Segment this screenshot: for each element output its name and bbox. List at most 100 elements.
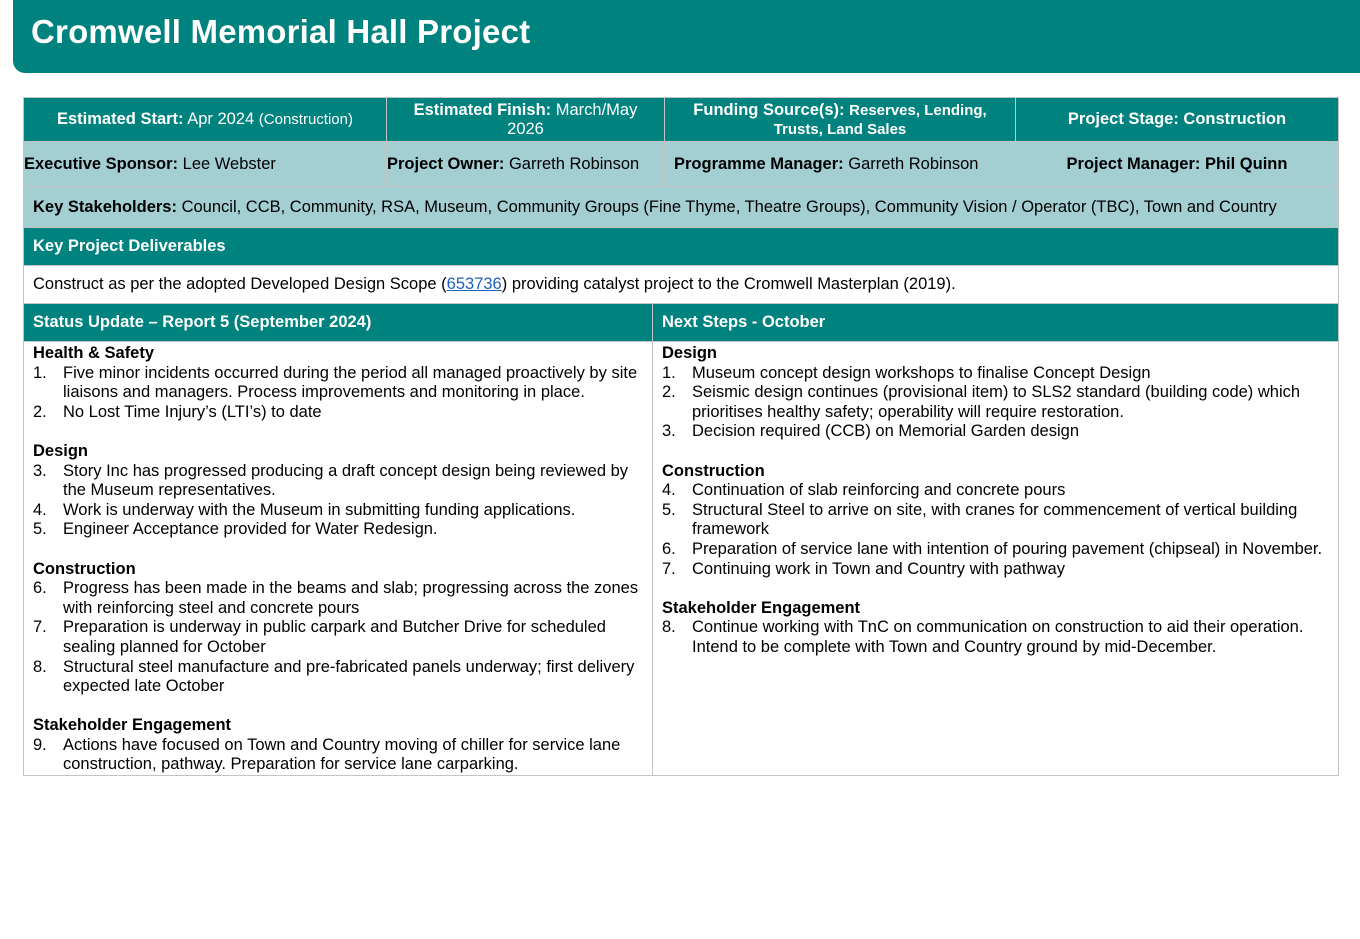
item-text: Structural Steel to arrive on site, with… [692, 500, 1298, 539]
roles-row: Executive Sponsor: Lee Webster Project O… [23, 141, 1339, 187]
deliverables-heading-cell: Key Project Deliverables [23, 227, 1339, 266]
list-item: 4. Work is underway with the Museum in su… [33, 501, 643, 521]
owner-label: Project Owner: [387, 154, 505, 173]
title-banner: Cromwell Memorial Hall Project [13, 0, 1360, 73]
item-number: 7. [662, 559, 676, 578]
list-item: 2. Seismic design continues (provisional … [662, 383, 1329, 422]
funding-cell: Funding Source(s): Reserves, Lending, Tr… [664, 97, 1016, 142]
project-manager: Project Manager: Phil Quinn [1066, 154, 1288, 173]
status-heading-cell: Status Update – Report 5 (September 2024… [23, 303, 653, 342]
deliverables-row: Construct as per the adopted Developed D… [23, 265, 1339, 304]
deliverables-text-after: ) providing catalyst project to the Crom… [501, 275, 956, 293]
item-text: Museum concept design workshops to final… [692, 363, 1151, 382]
item-number: 5. [33, 520, 47, 539]
estimated-start-label: Estimated Start: [57, 110, 184, 128]
item-number: 9. [33, 735, 47, 754]
item-text: Preparation of service lane with intenti… [692, 539, 1323, 558]
list-item: 6. Progress has been made in the beams an… [33, 579, 643, 618]
section-list: 1. Five minor incidents occurred during t… [33, 364, 643, 423]
page-title: Cromwell Memorial Hall Project [31, 13, 531, 50]
owner-value: Garreth Robinson [508, 154, 640, 173]
item-number: 3. [662, 422, 676, 441]
summary-table: Estimated Start: Apr 2024 (Construction)… [23, 97, 1339, 304]
estimated-finish-cell: Estimated Finish: March/May 2026 [386, 97, 665, 142]
owner-cell: Project Owner: Garreth Robinson [386, 141, 665, 187]
status-body-row: Health & Safety 1. Five minor incidents oc… [23, 340, 1339, 777]
deliverables-header-row: Key Project Deliverables [23, 227, 1339, 266]
list-item: 1. Museum concept design workshops to fin… [662, 364, 1329, 384]
sponsor-label: Executive Sponsor: [24, 154, 179, 173]
item-number: 8. [662, 618, 676, 637]
item-number: 6. [33, 579, 47, 598]
deliverables-heading: Key Project Deliverables [33, 237, 226, 255]
sponsor-cell: Executive Sponsor: Lee Webster [23, 141, 387, 187]
stakeholders-cell: Key Stakeholders: Council, CCB, Communit… [23, 186, 1339, 228]
section-title: Design [33, 441, 89, 460]
section-list: 6. Progress has been made in the beams an… [33, 579, 643, 697]
section-list: 9. Actions have focused on Town and Count… [33, 736, 643, 775]
list-item: 3. Decision required (CCB) on Memorial Ga… [662, 422, 1329, 442]
next-steps-column: Design 1. Museum concept design workshops … [652, 340, 1339, 777]
section-list: 8. Continue working with TnC on communica… [662, 618, 1329, 657]
status-heading: Status Update – Report 5 (September 2024… [33, 313, 372, 331]
item-number: 3. [33, 461, 47, 480]
section-title: Design [662, 344, 718, 362]
item-number: 4. [33, 500, 47, 519]
design-scope-link[interactable]: 653736 [447, 275, 502, 293]
deliverables-text-before: Construct as per the adopted Developed D… [33, 275, 447, 293]
item-number: 1. [662, 363, 676, 382]
estimated-finish-label: Estimated Finish: [413, 100, 552, 119]
section-title: Health & Safety [33, 344, 155, 362]
item-number: 4. [662, 481, 676, 500]
list-item: 8. Continue working with TnC on communica… [662, 618, 1329, 657]
item-text: Continuing work in Town and Country with… [692, 559, 1065, 578]
list-item: 5. Engineer Acceptance provided for Water… [33, 520, 643, 540]
project-manager-cell: Project Manager: Phil Quinn [1015, 141, 1339, 187]
item-number: 2. [33, 402, 47, 421]
item-number: 6. [662, 539, 676, 558]
item-text: Continuation of slab reinforcing and con… [692, 481, 1066, 500]
item-text: Story Inc has progressed producing a dra… [63, 461, 629, 500]
status-header-row: Status Update – Report 5 (September 2024… [23, 303, 1339, 342]
next-steps-heading-cell: Next Steps - October [652, 303, 1339, 342]
item-text: Actions have focused on Town and Country… [63, 735, 621, 774]
section-title: Stakeholder Engagement [33, 716, 232, 735]
project-stage-cell: Project Stage: Construction [1015, 97, 1339, 142]
next-steps-heading: Next Steps - October [662, 313, 826, 331]
status-update-column: Health & Safety 1. Five minor incidents oc… [23, 340, 653, 777]
item-text: No Lost Time Injury’s (LTI’s) to date [63, 402, 322, 421]
item-text: Decision required (CCB) on Memorial Gard… [692, 422, 1080, 441]
item-number: 5. [662, 500, 676, 519]
programme-manager-cell: Programme Manager: Garreth Robinson [664, 141, 1016, 187]
sponsor-value: Lee Webster [182, 154, 276, 173]
list-item: 5. Structural Steel to arrive on site, wi… [662, 501, 1329, 540]
section-title: Stakeholder Engagement [662, 598, 861, 617]
list-item: 7. Continuing work in Town and Country wi… [662, 560, 1329, 580]
estimated-start-value: Apr 2024 [187, 110, 255, 128]
stakeholders-row: Key Stakeholders: Council, CCB, Communit… [23, 186, 1339, 228]
section-list: 4. Continuation of slab reinforcing and c… [662, 481, 1329, 579]
list-item: 3. Story Inc has progressed producing a d… [33, 462, 643, 501]
programme-manager-label: Programme Manager: [674, 154, 844, 173]
item-number: 2. [662, 383, 676, 402]
list-item: 9. Actions have focused on Town and Count… [33, 736, 643, 775]
dates-row: Estimated Start: Apr 2024 (Construction)… [23, 97, 1339, 142]
list-item: 1. Five minor incidents occurred during t… [33, 364, 643, 403]
stakeholders-label: Key Stakeholders: [33, 197, 177, 216]
item-text: Five minor incidents occurred during the… [63, 363, 638, 402]
item-number: 8. [33, 657, 47, 676]
item-text: Work is underway with the Museum in subm… [63, 500, 576, 519]
estimated-start-note: (Construction) [258, 111, 353, 128]
estimated-start-cell: Estimated Start: Apr 2024 (Construction) [23, 97, 387, 142]
section-title: Construction [33, 559, 136, 578]
list-item: 4. Continuation of slab reinforcing and c… [662, 481, 1329, 501]
project-stage: Project Stage: Construction [1067, 110, 1287, 128]
item-number: 7. [33, 618, 47, 637]
item-text: Progress has been made in the beams and … [63, 579, 639, 617]
item-number: 1. [33, 363, 47, 382]
list-item: 6. Preparation of service lane with inten… [662, 540, 1329, 560]
deliverables-text-cell: Construct as per the adopted Developed D… [23, 265, 1339, 304]
item-text: Structural steel manufacture and pre-fab… [63, 657, 635, 696]
section-list: 3. Story Inc has progressed producing a d… [33, 462, 643, 540]
list-item: 8. Structural steel manufacture and pre-f… [33, 658, 643, 697]
